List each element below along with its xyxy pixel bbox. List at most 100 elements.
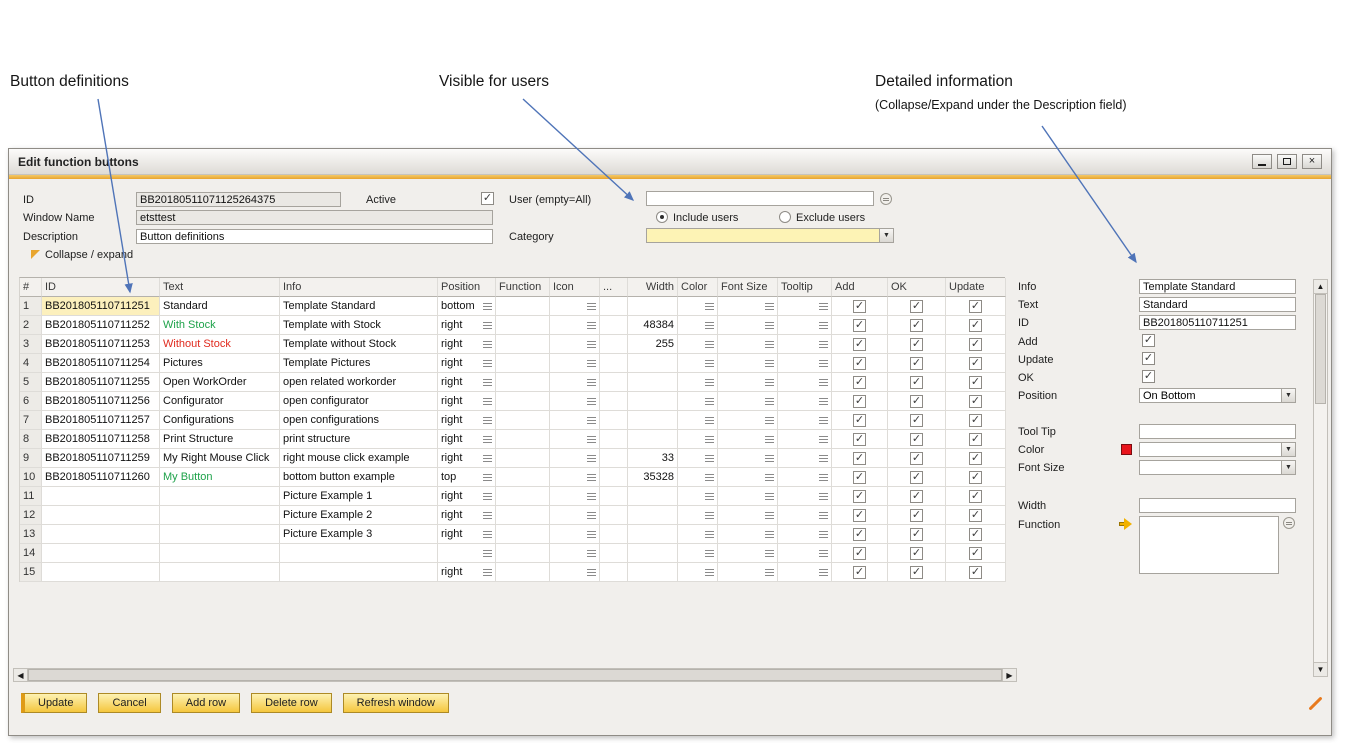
update-checkbox[interactable]: ✓ [969,395,982,408]
ok-checkbox[interactable]: ✓ [910,528,923,541]
category-dropdown[interactable]: ▼ [646,228,894,243]
combo-picker-icon[interactable] [483,550,492,557]
collapse-expand-toggle[interactable]: Collapse / expand [45,249,133,261]
cell-add[interactable]: ✓ [832,563,888,582]
column-header-icon[interactable]: Icon [550,278,600,297]
cell-id[interactable]: BB201805110711260 [42,468,160,487]
cell-function[interactable] [496,297,550,316]
add-checkbox[interactable]: ✓ [853,357,866,370]
chevron-down-icon[interactable]: ▼ [879,229,893,242]
cell-add[interactable]: ✓ [832,449,888,468]
cell-ok[interactable]: ✓ [888,449,946,468]
column-header-more[interactable]: ... [600,278,628,297]
refresh-window-button[interactable]: Refresh window [343,693,449,713]
update-checkbox[interactable]: ✓ [969,471,982,484]
add-checkbox[interactable]: ✓ [853,433,866,446]
cell-info[interactable]: Picture Example 2 [280,506,438,525]
cell-ok[interactable]: ✓ [888,544,946,563]
combo-picker-icon[interactable] [483,398,492,405]
combo-picker-icon[interactable] [483,531,492,538]
combo-picker-icon[interactable] [765,417,774,424]
cell-ok[interactable]: ✓ [888,373,946,392]
cell-icon[interactable] [550,563,600,582]
cell-add[interactable]: ✓ [832,506,888,525]
update-checkbox[interactable]: ✓ [969,357,982,370]
cell-position[interactable]: right [438,430,496,449]
scroll-up-icon[interactable]: ▲ [1314,280,1327,294]
cell-position[interactable]: right [438,373,496,392]
cell-text[interactable] [160,487,280,506]
choose-from-list-icon[interactable] [880,193,892,205]
cell-fontsize[interactable] [718,563,778,582]
combo-picker-icon[interactable] [705,436,714,443]
combo-picker-icon[interactable] [765,436,774,443]
cell-tooltip[interactable] [778,430,832,449]
cell-icon[interactable] [550,354,600,373]
cell-text[interactable]: Configurator [160,392,280,411]
cell-function[interactable] [496,430,550,449]
add-checkbox[interactable]: ✓ [853,452,866,465]
cell-id[interactable] [42,544,160,563]
cell-more[interactable] [600,449,628,468]
ok-checkbox[interactable]: ✓ [910,357,923,370]
cell-ok[interactable]: ✓ [888,316,946,335]
cell-text[interactable] [160,544,280,563]
combo-picker-icon[interactable] [587,569,596,576]
cell-fontsize[interactable] [718,373,778,392]
add-checkbox[interactable]: ✓ [853,490,866,503]
window-name-field[interactable] [136,210,493,225]
cell-more[interactable] [600,392,628,411]
combo-picker-icon[interactable] [765,569,774,576]
collapse-expand-icon[interactable] [31,250,40,259]
detail-color-dropdown[interactable]: ▼ [1139,442,1296,457]
combo-picker-icon[interactable] [587,455,596,462]
cell-tooltip[interactable] [778,297,832,316]
cell-update[interactable]: ✓ [946,525,1006,544]
cell-more[interactable] [600,487,628,506]
cell-icon[interactable] [550,468,600,487]
combo-picker-icon[interactable] [587,341,596,348]
row-number[interactable]: 9 [20,449,42,468]
cell-update[interactable]: ✓ [946,335,1006,354]
combo-picker-icon[interactable] [483,341,492,348]
combo-picker-icon[interactable] [705,455,714,462]
detail-info-field[interactable] [1139,279,1296,294]
cell-function[interactable] [496,525,550,544]
cell-text[interactable]: With Stock [160,316,280,335]
cell-add[interactable]: ✓ [832,544,888,563]
row-number[interactable]: 12 [20,506,42,525]
cell-fontsize[interactable] [718,525,778,544]
cell-text[interactable] [160,506,280,525]
row-number[interactable]: 11 [20,487,42,506]
cell-color[interactable] [678,373,718,392]
cell-add[interactable]: ✓ [832,525,888,544]
cell-more[interactable] [600,430,628,449]
add-checkbox[interactable]: ✓ [853,319,866,332]
cell-width[interactable] [628,373,678,392]
cell-width[interactable] [628,411,678,430]
combo-picker-icon[interactable] [705,303,714,310]
cell-width[interactable] [628,430,678,449]
cell-text[interactable]: Open WorkOrder [160,373,280,392]
cell-icon[interactable] [550,392,600,411]
cell-id[interactable]: BB201805110711256 [42,392,160,411]
ok-checkbox[interactable]: ✓ [910,414,923,427]
cell-id[interactable]: BB201805110711254 [42,354,160,373]
combo-picker-icon[interactable] [765,322,774,329]
combo-picker-icon[interactable] [765,398,774,405]
scroll-down-icon[interactable]: ▼ [1314,662,1327,676]
ok-checkbox[interactable]: ✓ [910,319,923,332]
cell-function[interactable] [496,468,550,487]
cell-text[interactable]: Pictures [160,354,280,373]
add-checkbox[interactable]: ✓ [853,300,866,313]
ok-checkbox[interactable]: ✓ [910,471,923,484]
update-checkbox[interactable]: ✓ [969,338,982,351]
cell-add[interactable]: ✓ [832,316,888,335]
combo-picker-icon[interactable] [587,436,596,443]
ok-checkbox[interactable]: ✓ [910,566,923,579]
detail-update-checkbox[interactable]: ✓ [1142,352,1155,365]
cell-tooltip[interactable] [778,449,832,468]
cell-fontsize[interactable] [718,297,778,316]
combo-picker-icon[interactable] [765,455,774,462]
ok-checkbox[interactable]: ✓ [910,395,923,408]
